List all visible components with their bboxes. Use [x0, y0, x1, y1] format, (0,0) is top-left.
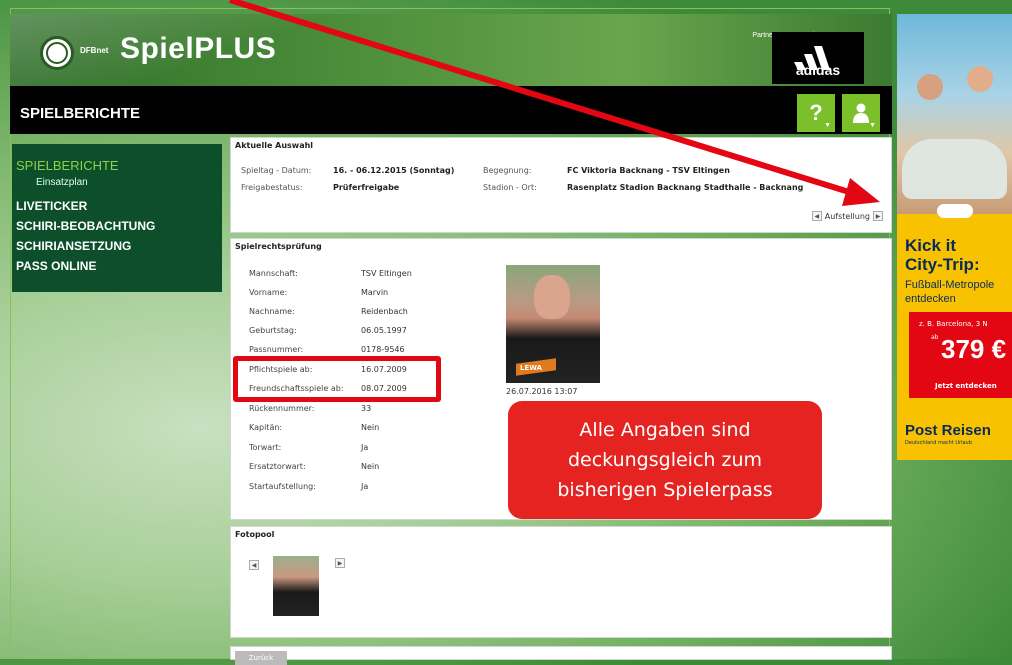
offer-ab: ab — [931, 334, 939, 341]
adidas-logo-box[interactable]: adidas — [772, 32, 864, 84]
panel-title: Fotopool — [235, 530, 275, 539]
freigabe-label: Freigabestatus: — [241, 183, 303, 192]
prev-arrow-icon[interactable]: ◀ — [249, 560, 259, 570]
callout-box: Alle Angaben sind deckungsgleich zum bis… — [508, 401, 822, 519]
player-face — [534, 275, 570, 319]
sidebar-item-schiri-beobachtung[interactable]: SCHIRI-BEOBACHTUNG — [12, 216, 222, 236]
ad-brand-sub: Deutschland macht Urlaub — [905, 440, 972, 446]
next-arrow-icon[interactable]: ▶ — [873, 211, 883, 221]
field-label: Torwart: — [249, 443, 282, 452]
header-banner: DFBnet SpielPLUS Partner DFBnet und FUSS… — [10, 14, 892, 86]
ad-sub-line: entdecken — [905, 293, 956, 305]
field-value: Marvin — [361, 288, 389, 297]
field-label: Passnummer: — [249, 345, 304, 354]
caret-down-icon: ▼ — [869, 122, 876, 129]
spieltag-value: 16. - 06.12.2015 (Sonntag) — [333, 166, 455, 175]
help-label: ? — [809, 100, 823, 125]
callout-line: Alle Angaben sind — [579, 419, 751, 441]
field-label: Nachname: — [249, 307, 295, 316]
logo-spielplus: SpielPLUS — [120, 32, 277, 65]
sidebar-item-spielberichte[interactable]: SPIELBERICHTE — [12, 156, 222, 176]
field-label: Vorname: — [249, 288, 288, 297]
field-value: 06.05.1997 — [361, 326, 407, 335]
panel-title: Aktuelle Auswahl — [235, 141, 314, 150]
spieltag-label: Spieltag - Datum: — [241, 166, 312, 175]
page-title: SPIELBERICHTE — [20, 105, 141, 122]
panel-actions: Zurück — [230, 646, 892, 665]
ad-title-line: Kick it — [905, 236, 957, 255]
ad-photo — [897, 14, 1012, 214]
scooter-shape — [902, 139, 1007, 199]
begegnung-label: Begegnung: — [483, 166, 532, 175]
offer-price: 379 € — [941, 334, 1007, 364]
callout-line: deckungsgleich zum — [567, 449, 763, 471]
dfb-logo-icon — [40, 36, 74, 70]
title-bar: SPIELBERICHTE ? ▼ ▼ — [10, 86, 892, 134]
sidebar-item-schiriansetzung[interactable]: SCHIRIANSETZUNG — [12, 236, 222, 256]
field-label: Ersatztorwart: — [249, 462, 306, 471]
begegnung-value: FC Viktoria Backnang - TSV Eltingen — [567, 166, 730, 175]
ad-title-line: City-Trip: — [905, 255, 980, 274]
field-value: TSV Eltingen — [361, 269, 412, 278]
field-value: Ja — [361, 482, 369, 491]
field-label: Rückennummer: — [249, 404, 315, 413]
field-value: Reidenbach — [361, 307, 408, 316]
ad-banner[interactable]: Kick it City-Trip: Fußball-Metropole ent… — [897, 14, 1012, 460]
player-photo[interactable]: LEWA — [506, 265, 600, 383]
aufstellung-nav: ◀ Aufstellung ▶ — [811, 211, 883, 221]
field-value: Nein — [361, 462, 380, 471]
offer-destination: z. B. Barcelona, 3 N — [919, 320, 988, 328]
panel-title: Spielrechtsprüfung — [235, 242, 322, 251]
ad-offer[interactable]: z. B. Barcelona, 3 N ab 379 € Jetzt entd… — [909, 312, 1012, 398]
photo-date: 26.07.2016 13:07 — [506, 387, 578, 396]
highlight-box — [233, 356, 441, 402]
ad-brand: Post Reisen — [905, 422, 991, 439]
shirt-sponsor-text: LEWA — [520, 364, 543, 372]
panel-fotopool: Fotopool ◀ ▶ — [230, 526, 892, 638]
aufstellung-link[interactable]: Aufstellung — [825, 212, 870, 221]
field-value: 0178-9546 — [361, 345, 405, 354]
field-value: 33 — [361, 404, 372, 413]
offer-cta[interactable]: Jetzt entdecken — [935, 382, 997, 390]
panel-aktuelle-auswahl: Aktuelle Auswahl Spieltag - Datum: 16. -… — [230, 137, 892, 233]
freigabe-value: Prüferfreigabe — [333, 183, 400, 192]
user-menu-button[interactable]: ▼ — [842, 94, 880, 132]
prev-arrow-icon[interactable]: ◀ — [811, 211, 822, 221]
sidebar-item-einsatzplan[interactable]: Einsatzplan — [12, 176, 222, 190]
person-icon — [853, 103, 869, 123]
sidebar-item-pass-online[interactable]: PASS ONLINE — [12, 256, 222, 276]
callout-line: bisherigen Spielerpass — [557, 479, 773, 501]
ad-sub-line: Fußball-Metropole — [905, 279, 995, 291]
next-arrow-icon[interactable]: ▶ — [335, 558, 345, 568]
sidebar-nav: SPIELBERICHTE Einsatzplan LIVETICKER SCH… — [12, 144, 222, 292]
help-button[interactable]: ? ▼ — [797, 94, 835, 132]
logo-dfbnet: DFBnet — [80, 46, 109, 55]
sidebar-item-liveticker[interactable]: LIVETICKER — [12, 196, 222, 216]
field-label: Kapitän: — [249, 423, 283, 432]
field-label: Startaufstellung: — [249, 482, 316, 491]
field-label: Mannschaft: — [249, 269, 298, 278]
stadion-value: Rasenplatz Stadion Backnang Stadthalle -… — [567, 183, 804, 192]
ad-title: Kick it City-Trip: — [905, 236, 980, 274]
luggage-tag-icon — [937, 204, 973, 218]
field-label: Geburtstag: — [249, 326, 297, 335]
caret-down-icon: ▼ — [824, 122, 831, 129]
stadion-label: Stadion - Ort: — [483, 183, 537, 192]
photo-thumbnail[interactable] — [273, 556, 319, 616]
person-head — [917, 74, 943, 100]
field-value: Ja — [361, 443, 369, 452]
person-head — [967, 66, 993, 92]
field-value: Nein — [361, 423, 380, 432]
ad-subtitle: Fußball-Metropole entdecken — [905, 278, 994, 306]
adidas-wordmark: adidas — [795, 62, 841, 78]
back-button[interactable]: Zurück — [235, 651, 287, 665]
